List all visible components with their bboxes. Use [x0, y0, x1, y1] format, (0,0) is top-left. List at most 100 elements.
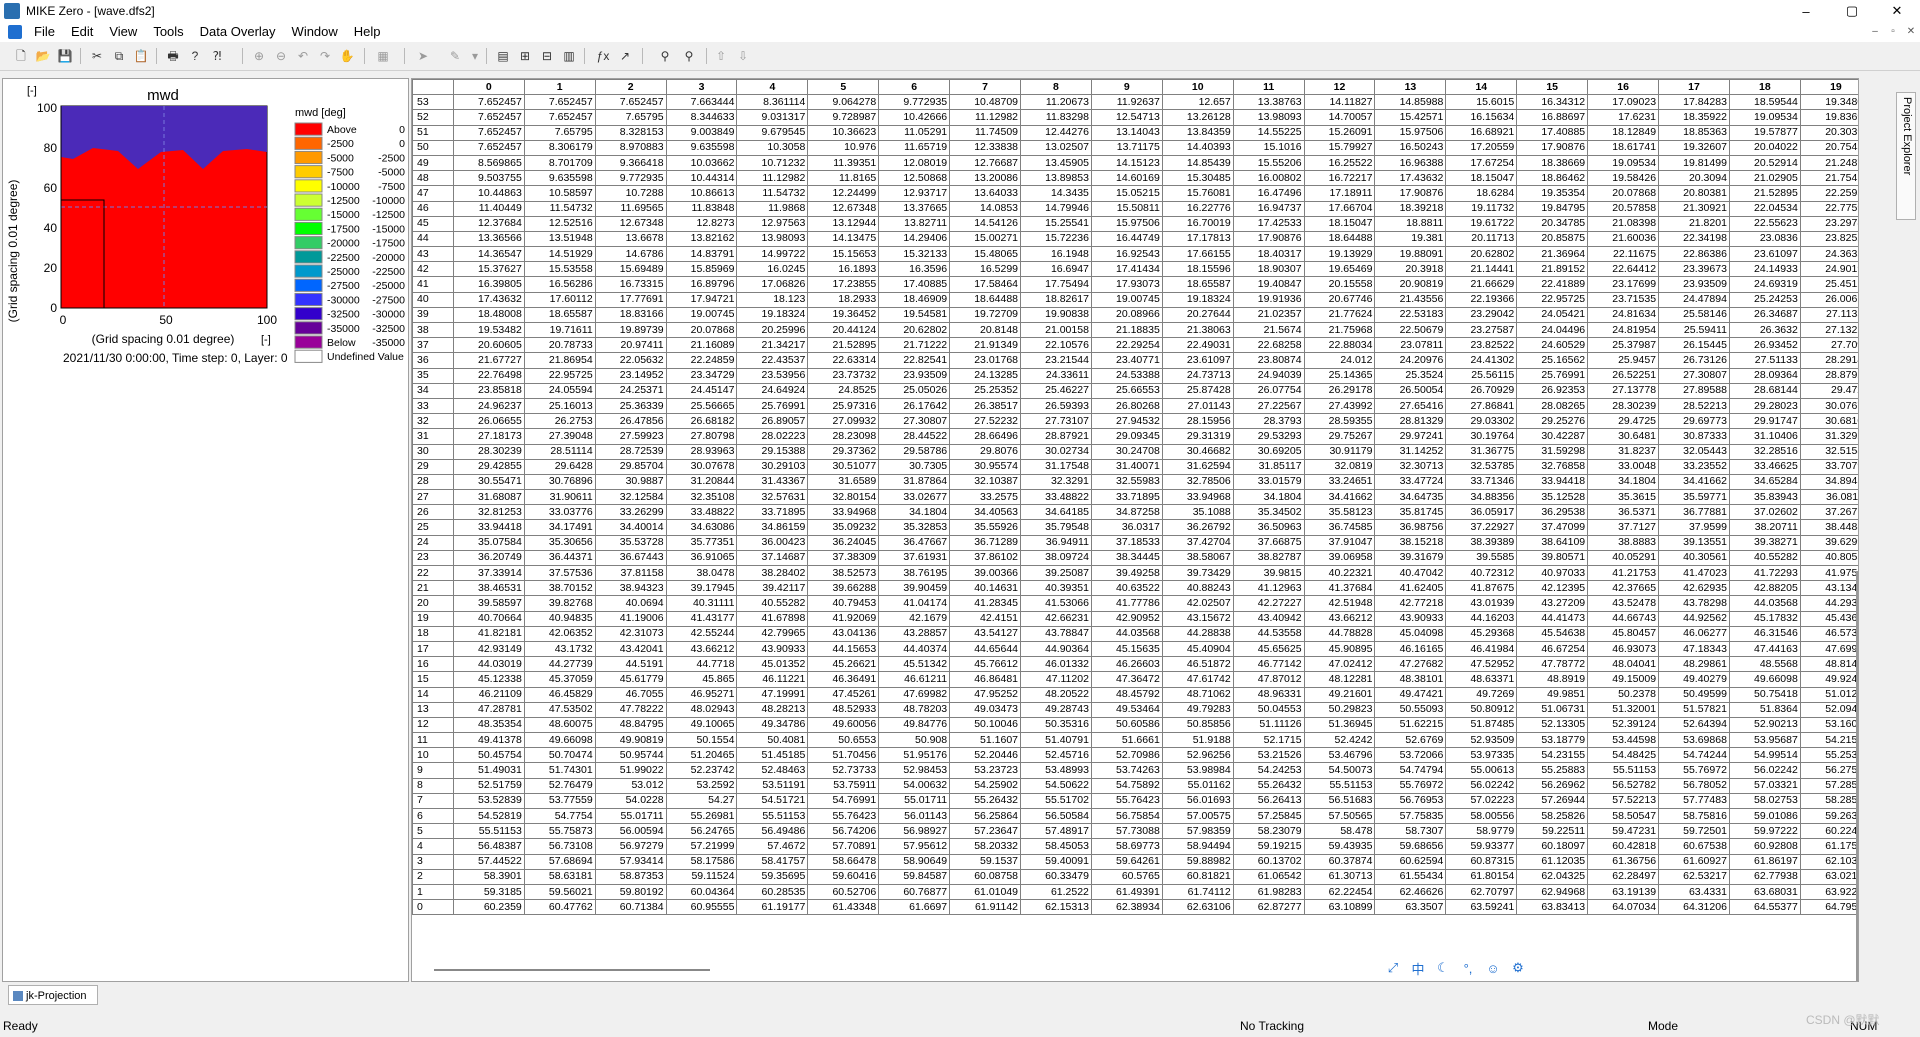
table-cell[interactable]: 48.96331	[1232, 686, 1305, 703]
table-cell[interactable]: 39.5585	[1445, 549, 1518, 567]
table-cell[interactable]: 36.74585	[1303, 519, 1376, 536]
table-cell[interactable]: 56.98927	[878, 823, 951, 840]
table-cell[interactable]: 47.95252	[949, 686, 1022, 703]
table-cell[interactable]: 32.35108	[665, 489, 738, 506]
table-cell[interactable]: 63.4331	[1658, 883, 1730, 901]
table-cell[interactable]: 12.33838	[949, 139, 1022, 156]
table-cell[interactable]: 23.93509	[1658, 276, 1730, 293]
table-cell[interactable]: 34.1804	[1587, 473, 1660, 491]
table-cell[interactable]: 12.52516	[523, 215, 596, 232]
table-cell[interactable]: 33.71895	[1090, 489, 1163, 506]
table-cell[interactable]: 56.27512	[1799, 762, 1858, 779]
table-cell[interactable]: 64.55377	[1728, 899, 1801, 916]
maximize-button[interactable]: ▢	[1829, 0, 1875, 22]
table-cell[interactable]: 7.652457	[452, 109, 525, 126]
table-cell[interactable]: 49.21601	[1303, 686, 1376, 703]
table-cell[interactable]: 55.76423	[1090, 792, 1163, 810]
table-cell[interactable]: 14.55225	[1232, 124, 1305, 141]
table-cell[interactable]: 47.27682	[1374, 656, 1447, 673]
minimize-button[interactable]: –	[1783, 0, 1829, 22]
table-cell[interactable]: 31.62594	[1161, 458, 1234, 475]
table-cell[interactable]: 16.25522	[1303, 154, 1376, 172]
table-cell[interactable]: 17.90876	[1374, 185, 1447, 202]
table-cell[interactable]: 56.48387	[452, 838, 525, 855]
table-cell[interactable]: 11.74509	[949, 124, 1022, 141]
table-cell[interactable]: 14.54126	[949, 215, 1022, 232]
table-cell[interactable]: 50.45754	[452, 747, 525, 764]
table-cell[interactable]: 15.76081	[1161, 185, 1234, 202]
table-cell[interactable]: 17.06826	[736, 276, 809, 293]
punctuation-icon[interactable]: °,	[1460, 961, 1476, 976]
table-cell[interactable]: 44.27739	[523, 656, 596, 673]
table-cell[interactable]: 13.12944	[807, 215, 880, 232]
table-cell[interactable]: 50.6553	[807, 732, 880, 749]
row-header[interactable]: 43	[412, 246, 454, 263]
table-cell[interactable]: 21.14441	[1445, 261, 1518, 278]
table-cell[interactable]: 42.90952	[1090, 610, 1163, 627]
table-cell[interactable]: 20.62802	[1445, 246, 1518, 263]
table-cell[interactable]: 9.064278	[807, 94, 880, 111]
table-cell[interactable]: 38.44882	[1799, 519, 1858, 536]
table-cell[interactable]: 24.04496	[1516, 321, 1589, 339]
table-cell[interactable]: 57.68694	[523, 853, 596, 870]
table-cell[interactable]: 40.05291	[1587, 549, 1660, 567]
table-cell[interactable]: 27.30807	[1658, 367, 1730, 384]
table-cell[interactable]: 16.44749	[1090, 230, 1163, 248]
table-cell[interactable]: 23.73732	[807, 367, 880, 384]
table-cell[interactable]: 56.76953	[1374, 792, 1447, 810]
table-cell[interactable]: 11.20673	[1020, 94, 1092, 111]
table-cell[interactable]: 33.71346	[1445, 473, 1518, 491]
table-cell[interactable]: 28.29141	[1799, 352, 1858, 369]
table-cell[interactable]: 49.90819	[594, 732, 667, 749]
table-cell[interactable]: 21.24878	[1799, 154, 1858, 172]
table-cell[interactable]: 50.80912	[1445, 701, 1518, 718]
table-cell[interactable]: 27.18173	[452, 428, 525, 445]
table-cell[interactable]: 55.01162	[1161, 777, 1234, 794]
table-cell[interactable]: 19.40847	[1232, 276, 1305, 293]
table-cell[interactable]: 29.8076	[949, 443, 1022, 460]
plot-panel[interactable]: [-] mwd (Grid spacing 0.01 degree) 100 8…	[2, 78, 409, 982]
table-cell[interactable]: 40.55282	[1728, 549, 1801, 567]
table-cell[interactable]: 43.66212	[665, 640, 738, 658]
table-cell[interactable]: 53.75911	[807, 777, 880, 794]
table-cell[interactable]: 45.61779	[594, 671, 667, 688]
column-header[interactable]: 18	[1728, 79, 1801, 96]
table-cell[interactable]: 60.81821	[1161, 868, 1234, 885]
table-cell[interactable]: 27.30807	[878, 413, 951, 430]
table-cell[interactable]: 60.28535	[736, 883, 809, 901]
table-cell[interactable]: 35.1088	[1161, 504, 1234, 521]
table-cell[interactable]: 28.44522	[878, 428, 951, 445]
table-cell[interactable]: 50.49599	[1658, 686, 1730, 703]
table-cell[interactable]: 50.908	[878, 732, 951, 749]
table-cell[interactable]: 36.67443	[594, 549, 667, 567]
table-cell[interactable]: 60.22492	[1799, 823, 1858, 840]
table-cell[interactable]: 26.00612	[1799, 291, 1858, 308]
table-cell[interactable]: 16.1893	[807, 261, 880, 278]
table-cell[interactable]: 51.20465	[665, 747, 738, 764]
table-cell[interactable]: 32.0819	[1303, 458, 1376, 475]
row-header[interactable]: 23	[412, 549, 454, 567]
table-cell[interactable]: 58.3901	[452, 868, 525, 885]
table-cell[interactable]: 43.27209	[1516, 595, 1589, 612]
table-cell[interactable]: 38.76195	[878, 564, 951, 582]
table-cell[interactable]: 49.84776	[878, 716, 951, 734]
table-cell[interactable]: 35.09232	[807, 519, 880, 536]
table-cell[interactable]: 38.70152	[523, 580, 596, 597]
table-cell[interactable]: 26.50054	[1374, 382, 1447, 399]
table-cell[interactable]: 21.02357	[1232, 306, 1305, 324]
table-cell[interactable]: 29.53293	[1232, 428, 1305, 445]
table-cell[interactable]: 58.50547	[1587, 807, 1660, 825]
table-cell[interactable]: 59.35695	[736, 868, 809, 885]
table-cell[interactable]: 61.12035	[1516, 853, 1589, 870]
table-cell[interactable]: 46.26603	[1090, 656, 1163, 673]
table-cell[interactable]: 23.80874	[1232, 352, 1305, 369]
table-cell[interactable]: 19.83696	[1799, 109, 1858, 126]
table-cell[interactable]: 26.29178	[1303, 382, 1376, 399]
table-cell[interactable]: 9.772935	[594, 170, 667, 187]
table-cell[interactable]: 27.11354	[1799, 306, 1858, 324]
table-cell[interactable]: 19.57877	[1728, 124, 1801, 141]
table-cell[interactable]: 57.52213	[1587, 792, 1660, 810]
table-cell[interactable]: 21.38063	[1161, 321, 1234, 339]
table-cell[interactable]: 28.59355	[1303, 413, 1376, 430]
table-cell[interactable]: 32.05443	[1658, 443, 1730, 460]
